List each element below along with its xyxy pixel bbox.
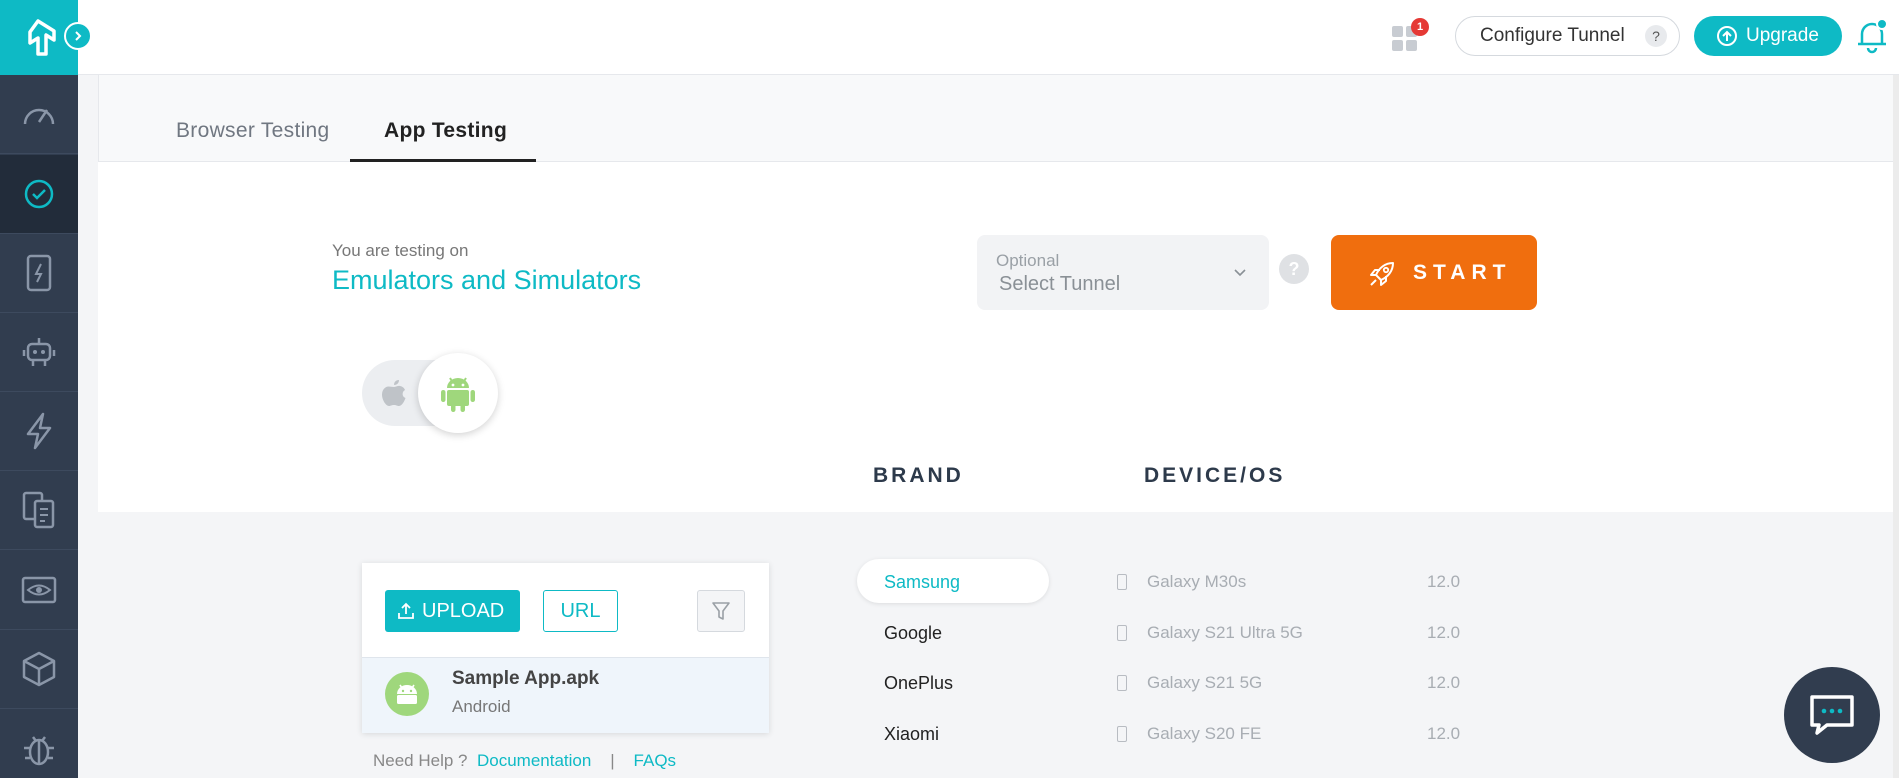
apple-icon[interactable] — [380, 378, 408, 408]
tab-browser-testing[interactable]: Browser Testing — [176, 119, 330, 143]
left-sidebar — [0, 0, 78, 778]
brand-item-google[interactable]: Google — [884, 623, 942, 644]
app-avatar — [385, 672, 429, 716]
android-icon — [397, 684, 417, 704]
url-button[interactable]: URL — [543, 590, 618, 632]
phone-icon — [1117, 625, 1127, 641]
documentation-link[interactable]: Documentation — [477, 751, 591, 770]
sidebar-item-automation[interactable] — [0, 313, 78, 392]
documents-icon — [22, 491, 55, 529]
start-button[interactable]: START — [1331, 235, 1537, 310]
device-os-version[interactable]: 12.0 — [1427, 724, 1460, 744]
sidebar-item-hyperexecute[interactable] — [0, 392, 78, 471]
notification-count-badge: 1 — [1411, 18, 1429, 36]
app-platform: Android — [452, 697, 511, 716]
upload-icon — [398, 602, 414, 619]
android-icon — [441, 377, 475, 412]
testing-tabs: Browser Testing App Testing — [98, 75, 1899, 162]
speedometer-icon — [23, 108, 55, 125]
app-name: Sample App.apk — [452, 668, 600, 689]
configure-tunnel-button[interactable]: Configure Tunnel ? — [1455, 16, 1680, 56]
phone-icon — [1117, 726, 1127, 742]
bug-icon — [24, 735, 54, 765]
lightning-icon — [26, 412, 52, 450]
help-separator: | — [610, 751, 615, 770]
upload-label: UPLOAD — [422, 599, 505, 622]
tunnel-select-caption: Optional — [996, 251, 1060, 270]
device-name[interactable]: Galaxy S20 FE — [1147, 724, 1261, 744]
tunnel-select-value: Select Tunnel — [999, 273, 1121, 295]
help-line: Need Help ? Documentation | FAQs — [373, 751, 676, 771]
android-toggle-option[interactable] — [418, 353, 498, 433]
tab-app-testing[interactable]: App Testing — [384, 119, 507, 143]
brand-column-header: BRAND — [873, 464, 964, 487]
brand-item-xiaomi[interactable]: Xiaomi — [884, 724, 939, 745]
device-name[interactable]: Galaxy S21 5G — [1147, 673, 1262, 693]
eye-icon — [21, 576, 57, 604]
testing-target-title: Emulators and Simulators — [332, 265, 642, 295]
sidebar-item-realtime[interactable] — [0, 155, 78, 234]
rocket-icon — [1370, 262, 1394, 286]
device-os-version[interactable]: 12.0 — [1427, 572, 1460, 592]
sidebar-item-devices[interactable] — [0, 234, 78, 313]
upgrade-label: Upgrade — [1746, 25, 1819, 46]
device-name[interactable]: Galaxy S21 Ultra 5G — [1147, 623, 1303, 643]
phone-icon — [1117, 675, 1127, 691]
sidebar-expand-button[interactable] — [64, 22, 92, 50]
robot-icon — [22, 338, 56, 366]
phone-bolt-icon — [26, 254, 52, 292]
chevron-right-icon — [75, 31, 82, 41]
sidebar-item-issues[interactable] — [0, 709, 78, 778]
upload-button[interactable]: UPLOAD — [385, 590, 520, 632]
tunnel-select-help-icon[interactable]: ? — [1279, 254, 1309, 284]
sidebar-item-visual[interactable] — [0, 551, 78, 630]
sidebar-item-test-manager[interactable] — [0, 471, 78, 550]
faqs-link[interactable]: FAQs — [634, 751, 677, 770]
lambdatest-logo-icon — [28, 19, 56, 56]
brand-item-samsung[interactable]: Samsung — [884, 572, 960, 593]
start-label: START — [1413, 260, 1512, 284]
active-tab-indicator — [350, 159, 536, 162]
sidebar-item-dashboard[interactable] — [0, 75, 78, 154]
tunnel-select[interactable]: Optional Select Tunnel — [977, 235, 1269, 310]
bell-notification-dot — [1876, 18, 1888, 30]
chat-support-button[interactable] — [1784, 667, 1880, 763]
phone-icon — [1117, 574, 1127, 590]
device-column-header: DEVICE/OS — [1144, 464, 1286, 487]
testing-on-caption: You are testing on — [332, 241, 469, 260]
upgrade-button[interactable]: Upgrade — [1694, 16, 1842, 56]
device-os-version[interactable]: 12.0 — [1427, 623, 1460, 643]
clock-check-icon — [24, 179, 54, 209]
arrow-up-circle-icon — [1717, 26, 1737, 46]
configure-tunnel-label: Configure Tunnel — [1480, 25, 1625, 46]
device-os-version[interactable]: 12.0 — [1427, 673, 1460, 693]
top-bar: 1 Configure Tunnel ? Upgrade — [78, 0, 1899, 75]
page-scrollbar[interactable] — [1893, 75, 1899, 778]
filter-icon — [712, 602, 730, 620]
filter-button[interactable] — [697, 590, 745, 632]
sidebar-item-integrations[interactable] — [0, 630, 78, 709]
help-prefix: Need Help ? — [373, 751, 468, 770]
brand-item-oneplus[interactable]: OnePlus — [884, 673, 953, 694]
chat-icon — [1810, 695, 1854, 735]
device-name[interactable]: Galaxy M30s — [1147, 572, 1246, 592]
chevron-down-icon — [1234, 269, 1246, 277]
box-icon — [22, 651, 56, 687]
tunnel-help-icon[interactable]: ? — [1645, 25, 1667, 47]
